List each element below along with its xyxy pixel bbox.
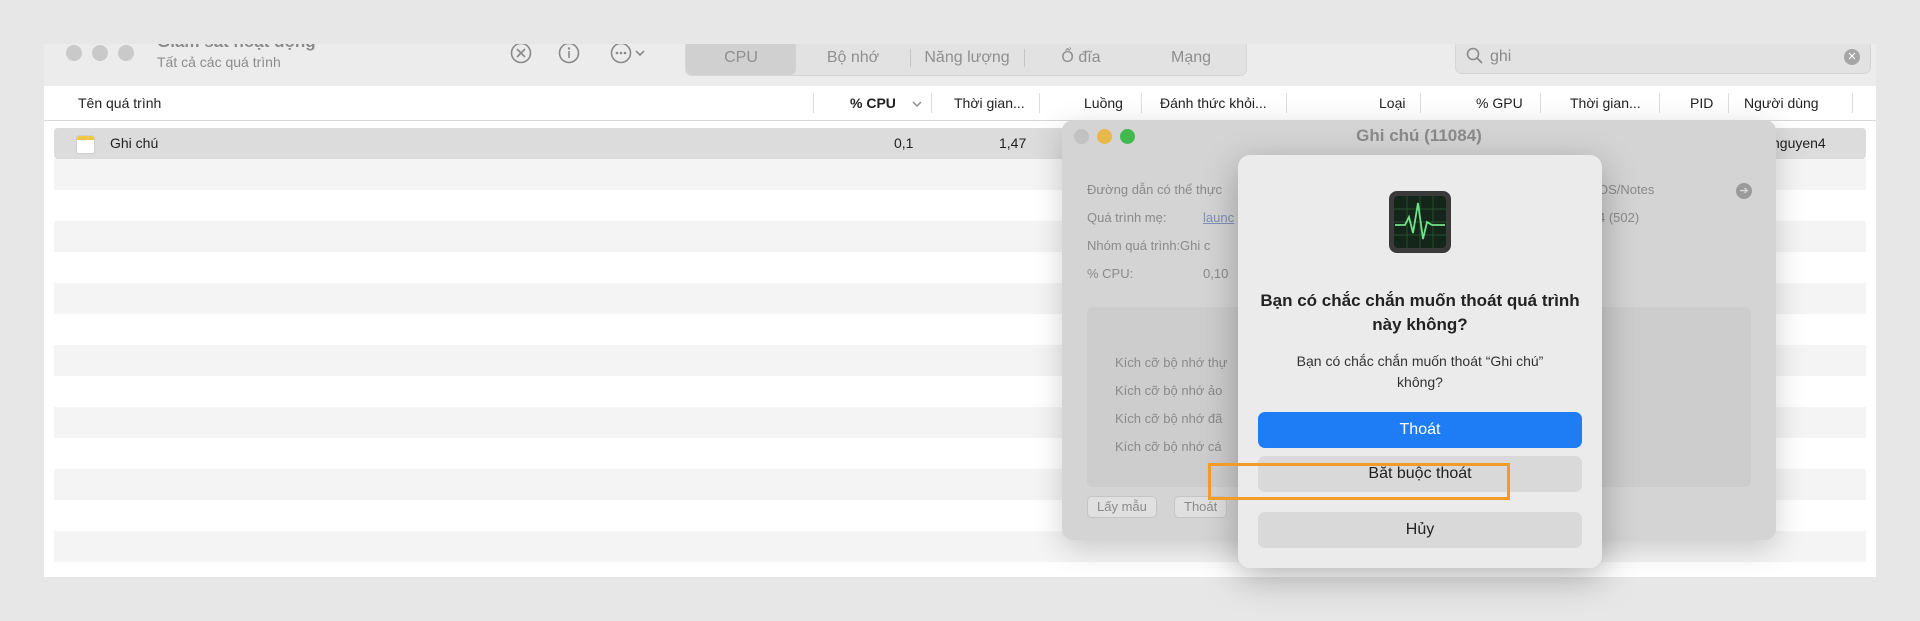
dialog-heading: Bạn có chắc chắn muốn thoát quá trình nà… — [1260, 291, 1580, 334]
dialog-message: Bạn có chắc chắn muốn thoát “Ghi chú” kh… — [1296, 353, 1544, 390]
cpu-value: 0,10 — [1203, 266, 1229, 281]
path-value: OS/Notes — [1598, 182, 1655, 197]
table-header: Tên quá trình % CPU Thời gian... Luồng Đ… — [44, 86, 1876, 121]
minimize-window-button[interactable] — [92, 45, 108, 61]
column-header-threads[interactable]: Luồng — [1084, 95, 1123, 111]
stop-process-button[interactable] — [509, 44, 533, 70]
column-separator — [1420, 93, 1421, 113]
quit-confirmation-dialog: Bạn có chắc chắn muốn thoát quá trình nà… — [1238, 155, 1602, 568]
memory-line: Kích cỡ bộ nhớ thự — [1115, 355, 1228, 370]
info-window-title: Ghi chú (11084) — [1356, 126, 1482, 145]
parent-process-link[interactable]: launc — [1203, 210, 1234, 225]
process-cpu: 0,1 — [894, 135, 914, 151]
column-header-user[interactable]: Người dùng — [1744, 95, 1819, 111]
tab-divider — [910, 49, 911, 67]
search-icon — [1466, 47, 1483, 64]
column-header-gpu-time[interactable]: Thời gian... — [1570, 95, 1641, 111]
process-group-value: Ghi c — [1180, 238, 1211, 253]
column-header-cpu[interactable]: % CPU — [850, 95, 896, 111]
cpu-label: % CPU: — [1087, 266, 1134, 281]
more-actions-button[interactable] — [609, 44, 649, 70]
column-separator — [1540, 93, 1541, 113]
parent-process-pid: 4 (502) — [1598, 210, 1640, 225]
close-window-button[interactable] — [66, 45, 82, 61]
column-separator — [813, 93, 814, 113]
notes-app-icon — [76, 135, 95, 154]
process-cpu-time: 1,47 — [999, 135, 1027, 151]
tab-memory[interactable]: Bộ nhớ — [798, 44, 908, 75]
path-label: Đường dẫn có thể thực — [1087, 182, 1223, 197]
x-circle-icon — [510, 44, 532, 64]
search-field[interactable]: ghi ✕ — [1455, 44, 1871, 74]
quit-button[interactable]: Thoát — [1258, 412, 1582, 448]
tab-network[interactable]: Mạng — [1136, 44, 1246, 75]
column-header-process-name[interactable]: Tên quá trình — [78, 95, 161, 111]
process-group-label: Nhóm quá trình: — [1087, 238, 1181, 253]
tab-cpu[interactable]: CPU — [686, 44, 796, 75]
column-header-idle-wakeups[interactable]: Đánh thức khỏi... — [1160, 95, 1267, 111]
info-button[interactable] — [557, 44, 581, 70]
sort-descending-icon — [912, 101, 922, 107]
column-separator — [1141, 93, 1142, 113]
sample-button[interactable]: Lấy mẫu — [1087, 496, 1157, 518]
column-separator — [931, 93, 932, 113]
info-circle-icon — [558, 44, 580, 64]
memory-line: Kích cỡ bộ nhớ cá — [1115, 439, 1222, 454]
column-header-pid[interactable]: PID — [1690, 95, 1713, 111]
ellipsis-circle-icon — [610, 44, 645, 64]
tab-divider — [1024, 49, 1025, 67]
clear-search-icon[interactable]: ✕ — [1844, 49, 1860, 65]
memory-line: Kích cỡ bộ nhớ ảo — [1115, 383, 1223, 398]
column-header-cpu-time[interactable]: Thời gian... — [954, 95, 1025, 111]
app-title: Giám sát hoạt động — [157, 44, 316, 52]
column-header-gpu[interactable]: % GPU — [1476, 95, 1523, 111]
search-input[interactable]: ghi — [1490, 48, 1511, 66]
process-name: Ghi chú — [110, 135, 159, 151]
view-tabs: CPU Bộ nhớ Năng lượng Ổ đĩa Mạng — [685, 44, 1247, 76]
reveal-arrow-icon[interactable]: ➔ — [1736, 183, 1752, 199]
column-separator — [1286, 93, 1287, 113]
zoom-window-button[interactable] — [118, 45, 134, 61]
column-separator — [1728, 93, 1729, 113]
toolbar: Giám sát hoạt động Tất cả các quá trình … — [44, 44, 1876, 86]
activity-monitor-icon — [1389, 191, 1451, 253]
process-user: nguyen4 — [1772, 135, 1826, 151]
column-separator — [1659, 93, 1660, 113]
parent-process-label: Quá trình mẹ: — [1087, 210, 1167, 225]
memory-line: Kích cỡ bộ nhớ đã — [1115, 411, 1223, 426]
cancel-button[interactable]: Hủy — [1258, 512, 1582, 548]
column-separator — [1852, 93, 1853, 113]
tab-energy[interactable]: Năng lượng — [912, 44, 1022, 75]
force-quit-highlight — [1208, 463, 1510, 500]
column-separator — [1039, 93, 1040, 113]
app-subtitle: Tất cả các quá trình — [157, 54, 281, 70]
tab-disk[interactable]: Ổ đĩa — [1026, 44, 1136, 75]
column-header-kind[interactable]: Loại — [1379, 95, 1405, 111]
